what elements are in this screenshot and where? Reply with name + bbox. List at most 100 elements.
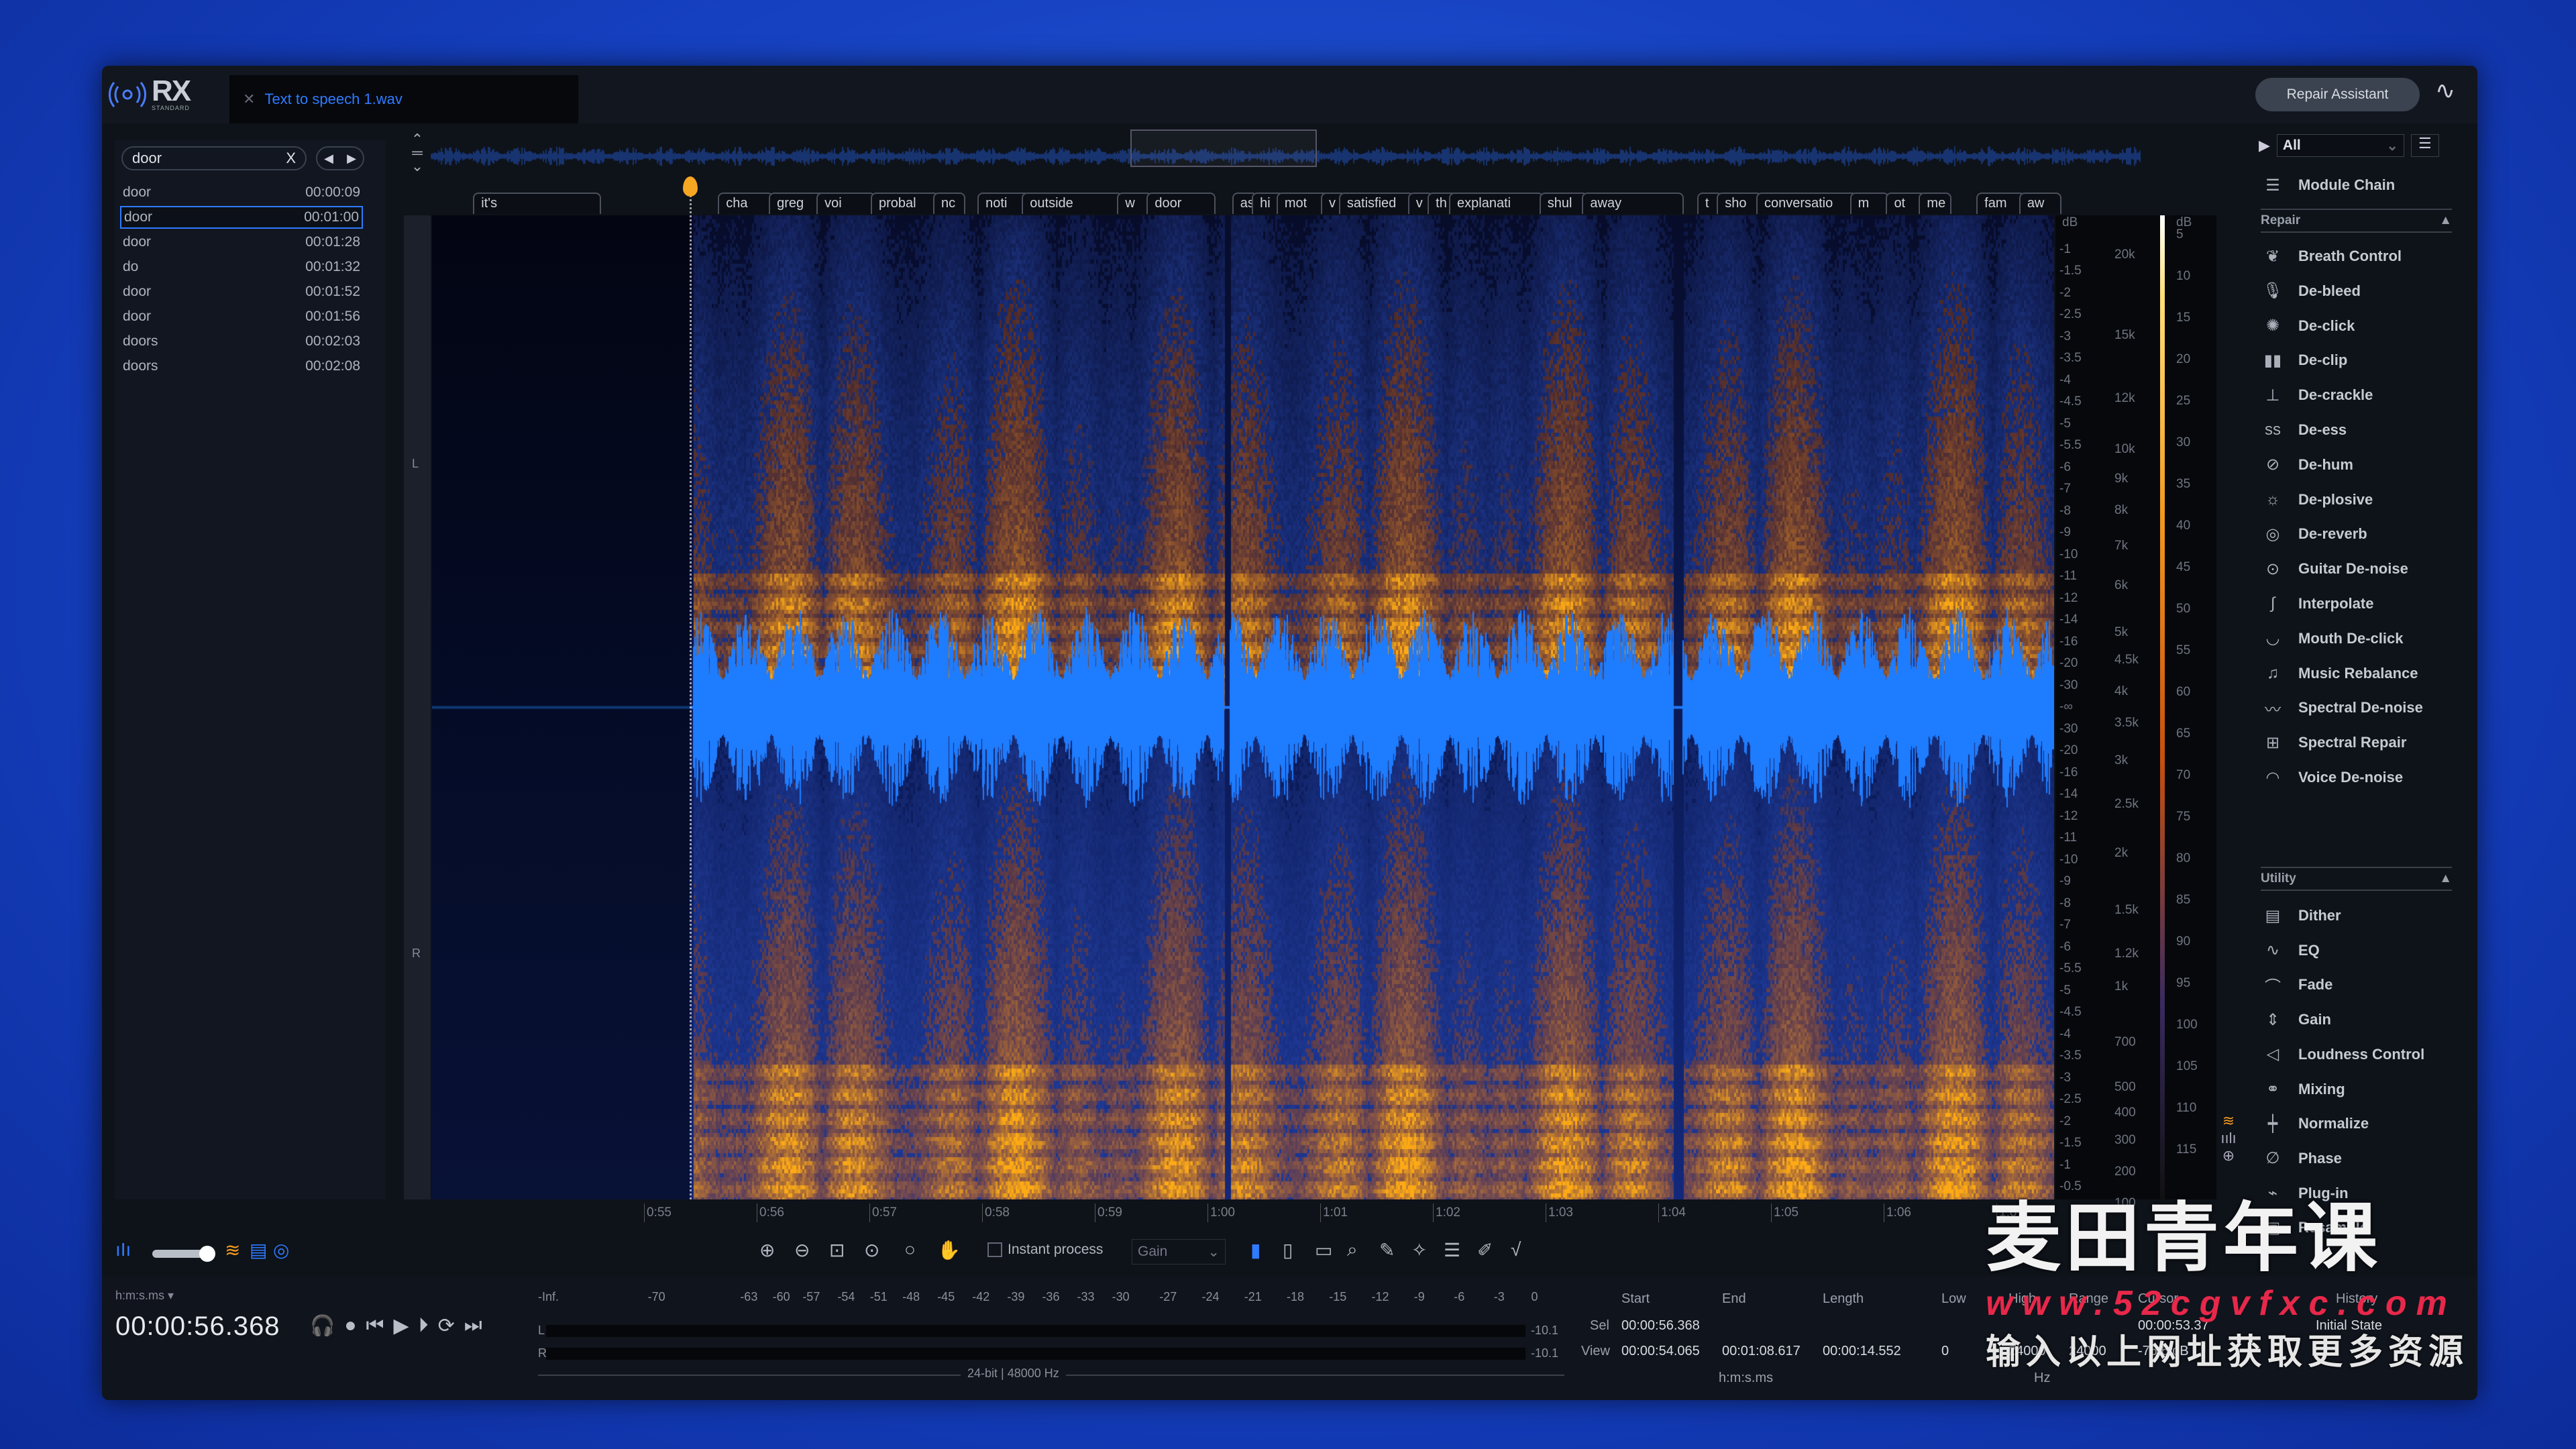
utility-section-header[interactable]: Utility ▲ <box>2261 867 2452 891</box>
module-menu-icon[interactable]: ☰ <box>2410 134 2439 157</box>
clear-search-icon[interactable]: X <box>286 150 296 167</box>
zoom-icon[interactable]: ⊕ <box>2215 1147 2242 1165</box>
headphones-icon[interactable]: 🎧 <box>310 1314 335 1338</box>
play-selection-button[interactable]: ⏵ <box>419 1314 429 1338</box>
module-interpolate[interactable]: ∫ Interpolate <box>2261 589 2455 619</box>
module-voice-de-noise[interactable]: ◠ Voice De-noise <box>2261 763 2455 792</box>
play-module-icon[interactable]: ▶ <box>2259 137 2270 154</box>
module-spectral-de-noise[interactable]: 〰 Spectral De-noise <box>2261 693 2455 722</box>
module-filter-select[interactable]: All ⌄ <box>2276 134 2404 157</box>
module-guitar-de-noise[interactable]: ⊙ Guitar De-noise <box>2261 554 2455 584</box>
word-label[interactable]: shul <box>1539 193 1589 214</box>
freq-select-icon[interactable]: ▭ <box>1315 1239 1332 1261</box>
search-box[interactable]: X <box>121 146 307 170</box>
word-label[interactable]: explanati <box>1449 193 1544 214</box>
module-de-bleed[interactable]: 🎙 De-bleed <box>2261 276 2455 306</box>
magnify-icon[interactable]: ○ <box>904 1239 916 1260</box>
search-result[interactable]: do 00:01:32 <box>120 256 363 278</box>
module-resample[interactable]: ▣ Resample <box>2261 1213 2455 1242</box>
word-label[interactable]: aw <box>2019 193 2061 214</box>
playhead-line[interactable] <box>690 180 692 1199</box>
word-label[interactable]: cha <box>718 193 773 214</box>
word-label[interactable]: conversatio <box>1756 193 1858 214</box>
playhead-marker[interactable] <box>683 176 698 197</box>
module-eq[interactable]: ∿ EQ <box>2261 936 2455 965</box>
word-label[interactable]: fam <box>1976 193 2025 214</box>
word-label[interactable]: door <box>1146 193 1216 214</box>
module-de-ess[interactable]: ss De-ess <box>2261 415 2455 445</box>
zoom-fit-icon[interactable]: ⊙ <box>864 1239 879 1261</box>
word-label[interactable]: away <box>1582 193 1684 214</box>
word-label[interactable]: me <box>1919 193 1951 214</box>
module-plug-in[interactable]: ⌁ Plug-in <box>2261 1179 2455 1208</box>
word-label[interactable]: outside <box>1022 193 1124 214</box>
hand-icon[interactable]: ✋ <box>937 1239 961 1261</box>
overview-toggle-icon[interactable]: ⌃ ═ ⌄ <box>407 132 427 174</box>
spectrogram-view-icon[interactable]: ≋ <box>225 1239 240 1261</box>
chat-icon[interactable]: ◎ <box>273 1239 289 1261</box>
word-label[interactable]: satisfied <box>1338 193 1414 214</box>
module-chain-item[interactable]: ☰ Module Chain <box>2261 170 2455 200</box>
zoom-out-icon[interactable]: ⊖ <box>794 1239 810 1261</box>
prev-result-button[interactable]: ◀ <box>324 152 333 166</box>
view-start-value[interactable]: 00:00:54.065 <box>1621 1344 1700 1359</box>
zoom-selection-icon[interactable]: ⊡ <box>829 1239 845 1261</box>
module-mixing[interactable]: ⚭ Mixing <box>2261 1075 2455 1104</box>
module-de-hum[interactable]: ⊘ De-hum <box>2261 450 2455 480</box>
module-de-plosive[interactable]: ☼ De-plosive <box>2261 485 2455 515</box>
module-gain[interactable]: ⇕ Gain <box>2261 1005 2455 1034</box>
word-label[interactable]: voi <box>816 193 875 214</box>
overview-view-window[interactable] <box>1130 129 1317 167</box>
go-to-end-button[interactable]: ⏭ <box>464 1314 482 1338</box>
module-de-clip[interactable]: ▮▮ De-clip <box>2261 345 2455 375</box>
search-result[interactable]: doors 00:02:08 <box>120 355 363 378</box>
time-ruler[interactable]: 0:55 0:56 0:57 0:58 0:59 1:00 1:01 1:02 1:03 1:04… <box>432 1203 2054 1230</box>
instant-module-select[interactable]: Gain ⌄ <box>1132 1239 1226 1265</box>
low-value[interactable]: 0 <box>1941 1344 1949 1359</box>
loop-button[interactable]: ⟳ <box>438 1314 455 1338</box>
high-value[interactable]: 24000 <box>2008 1344 2046 1359</box>
search-result[interactable]: door 00:01:28 <box>120 231 363 254</box>
close-tab-icon[interactable]: ✕ <box>243 91 255 108</box>
search-input[interactable] <box>132 150 266 167</box>
search-result[interactable]: door 00:01:52 <box>120 280 363 303</box>
word-label[interactable]: m <box>1849 193 1889 214</box>
search-result[interactable]: door 00:01:56 <box>120 305 363 328</box>
module-spectral-repair[interactable]: ⊞ Spectral Repair <box>2261 728 2455 757</box>
view-end-value[interactable]: 00:01:08.617 <box>1722 1344 1801 1359</box>
module-phase[interactable]: ∅ Phase <box>2261 1144 2455 1173</box>
magic-wand-icon[interactable]: ✧ <box>1411 1239 1427 1261</box>
waveform-view-icon[interactable]: ıIı <box>115 1239 131 1260</box>
gain-curve-icon[interactable]: √ <box>1511 1239 1521 1260</box>
collapse-icon[interactable]: ▲ <box>2439 871 2452 886</box>
collapse-icon[interactable]: ▲ <box>2439 213 2452 228</box>
time-format-select[interactable]: h:m:s.ms ▾ <box>115 1289 174 1303</box>
harmonics-icon[interactable]: ☰ <box>1444 1239 1460 1261</box>
time-freq-select-icon[interactable]: ▯ <box>1283 1239 1293 1261</box>
range-value[interactable]: 24000 <box>2069 1344 2106 1359</box>
spectrogram-icon[interactable]: ≋ <box>2215 1112 2242 1130</box>
word-label[interactable]: nc <box>933 193 966 214</box>
module-dither[interactable]: ▤ Dither <box>2261 901 2455 930</box>
word-label[interactable]: sho <box>1717 193 1763 214</box>
word-label[interactable]: it's <box>473 193 601 214</box>
module-de-crackle[interactable]: ⊥ De-crackle <box>2261 380 2455 410</box>
opacity-slider[interactable] <box>152 1246 215 1262</box>
lasso-icon[interactable]: ⌕ <box>1347 1239 1358 1261</box>
module-loudness-control[interactable]: ◁ Loudness Control <box>2261 1040 2455 1069</box>
file-tab[interactable]: ✕ Text to speech 1.wav <box>229 75 578 123</box>
instant-process-toggle[interactable]: Instant process <box>987 1242 1103 1258</box>
zoom-in-icon[interactable]: ⊕ <box>759 1239 775 1261</box>
repair-assistant-button[interactable]: Repair Assistant <box>2255 78 2420 111</box>
next-result-button[interactable]: ▶ <box>347 152 356 166</box>
module-fade[interactable]: ⌒ Fade <box>2261 970 2455 1000</box>
module-breath-control[interactable]: ❦ Breath Control <box>2261 241 2455 271</box>
word-label[interactable]: probal <box>870 193 940 214</box>
module-de-click[interactable]: ✺ De-click <box>2261 311 2455 341</box>
record-button[interactable]: ● <box>344 1314 356 1338</box>
spectrogram-view[interactable] <box>432 215 2054 1199</box>
rewind-button[interactable]: ⏮ <box>366 1314 384 1338</box>
repair-section-header[interactable]: Repair ▲ <box>2261 209 2452 233</box>
play-button[interactable]: ▶ <box>393 1314 409 1338</box>
module-music-rebalance[interactable]: ♫ Music Rebalance <box>2261 659 2455 688</box>
